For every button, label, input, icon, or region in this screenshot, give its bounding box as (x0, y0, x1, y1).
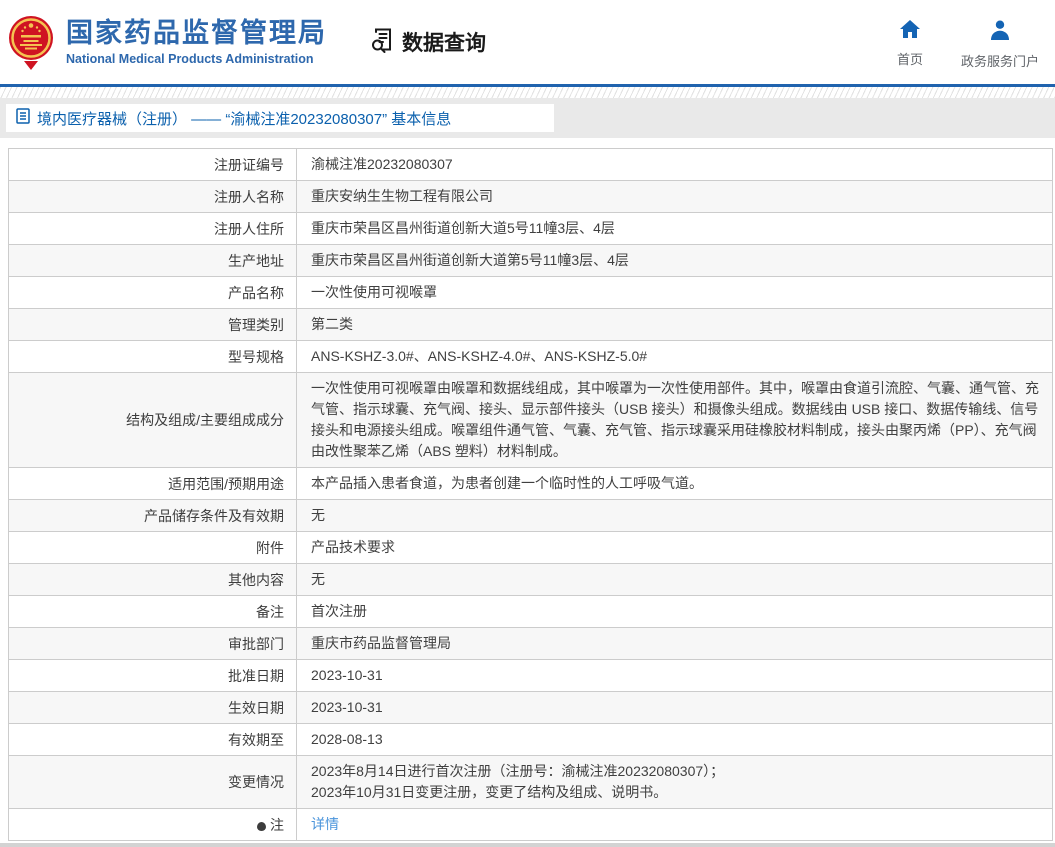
data-query-label: 数据查询 (402, 32, 486, 55)
table-row: 注册人住所 重庆市荣昌区昌州街道创新大道5号11幢3层、4层 (8, 212, 1053, 245)
table-row: 审批部门 重庆市药品监督管理局 (8, 627, 1053, 660)
row-value: 无 (296, 563, 1053, 596)
home-icon (899, 19, 921, 44)
row-label: 生产地址 (8, 244, 297, 277)
data-query-icon (369, 26, 396, 59)
document-list-icon (16, 107, 30, 129)
table-row: 批准日期 2023-10-31 (8, 659, 1053, 692)
row-label: 有效期至 (8, 723, 297, 756)
row-label: 注册人名称 (8, 180, 297, 213)
row-label: 型号规格 (8, 340, 297, 373)
breadcrumb-text: 境内医疗器械（注册） —— “渝械注准20232080307” 基本信息 (37, 110, 452, 128)
row-label: 变更情况 (8, 755, 297, 809)
row-label: 附件 (8, 531, 297, 564)
row-value: 产品技术要求 (296, 531, 1053, 564)
table-row: 有效期至 2028-08-13 (8, 723, 1053, 756)
table-row: 附件 产品技术要求 (8, 531, 1053, 564)
row-label: 注册人住所 (8, 212, 297, 245)
hatched-band (0, 87, 1055, 98)
row-value: 首次注册 (296, 595, 1053, 628)
row-value: 重庆市荣昌区昌州街道创新大道5号11幢3层、4层 (296, 212, 1053, 245)
row-value: 一次性使用可视喉罩由喉罩和数据线组成，其中喉罩为一次性使用部件。其中，喉罩由食道… (296, 372, 1053, 468)
table-row: 生产地址 重庆市荣昌区昌州街道创新大道第5号11幢3层、4层 (8, 244, 1053, 277)
row-label: 结构及组成/主要组成成分 (8, 372, 297, 468)
site-header: 国家药品监督管理局 National Medical Products Admi… (0, 0, 1055, 84)
table-row: 管理类别 第二类 (8, 308, 1053, 341)
row-value: 重庆市药品监督管理局 (296, 627, 1053, 660)
table-row: 生效日期 2023-10-31 (8, 691, 1053, 724)
brand-block: 国家药品监督管理局 National Medical Products Admi… (66, 18, 327, 66)
row-label: 生效日期 (8, 691, 297, 724)
breadcrumb-band: 境内医疗器械（注册） —— “渝械注准20232080307” 基本信息 (0, 98, 1055, 138)
table-row: 结构及组成/主要组成成分 一次性使用可视喉罩由喉罩和数据线组成，其中喉罩为一次性使… (8, 372, 1053, 468)
row-value: 2023-10-31 (296, 659, 1053, 692)
nav-gov-portal-label: 政务服务门户 (960, 53, 1039, 69)
table-row: 变更情况 2023年8月14日进行首次注册（注册号：渝械注准20232080307… (8, 755, 1053, 809)
row-label: 备注 (8, 595, 297, 628)
row-label: 其他内容 (8, 563, 297, 596)
row-label: 批准日期 (8, 659, 297, 692)
row-value: 重庆安纳生生物工程有限公司 (296, 180, 1053, 213)
row-value: 2028-08-13 (296, 723, 1053, 756)
table-row: 其他内容无 (8, 563, 1053, 596)
row-value: 详情 (296, 808, 1053, 841)
row-label: 适用范围/预期用途 (8, 467, 297, 500)
registration-info-table: 注册证编号 渝械注准20232080307 注册人名称 重庆安纳生生物工程有限公司 注册… (8, 148, 1053, 841)
row-label: 管理类别 (8, 308, 297, 341)
info-table-body: 注册证编号 渝械注准20232080307 注册人名称 重庆安纳生生物工程有限公司 注册… (8, 148, 1053, 841)
footer-strip (0, 843, 1055, 847)
org-name-cn: 国家药品监督管理局 (66, 17, 327, 48)
table-row: 型号规格 ANS-KSHZ-3.0#、ANS-KSHZ-4.0#、ANS-KSHZ… (8, 340, 1053, 373)
nav-gov-portal[interactable]: 政务服务门户 (961, 19, 1039, 70)
row-value: 2023年8月14日进行首次注册（注册号：渝械注准20232080307）； 2… (296, 755, 1053, 809)
nav-home[interactable]: 首页 (897, 19, 923, 68)
row-value: 无 (296, 499, 1053, 532)
user-icon (989, 19, 1011, 46)
table-row: 备注 首次注册 (8, 595, 1053, 628)
row-label: 审批部门 (8, 627, 297, 660)
table-row: 产品储存条件及有效期无 (8, 499, 1053, 532)
detail-link[interactable]: 详情 (311, 816, 339, 832)
row-value: 本产品插入患者食道，为患者创建一个临时性的人工呼吸气道。 (296, 467, 1053, 500)
table-row: 产品名称 一次性使用可视喉罩 (8, 276, 1053, 309)
page: { "header": { "org_name_cn": "国家药品监督管理局"… (0, 0, 1055, 847)
breadcrumb: 境内医疗器械（注册） —— “渝械注准20232080307” 基本信息 (6, 104, 554, 132)
row-label: 注册证编号 (8, 148, 297, 181)
org-name-en: National Medical Products Administration (66, 52, 314, 67)
row-value: 2023-10-31 (296, 691, 1053, 724)
row-value: ANS-KSHZ-3.0#、ANS-KSHZ-4.0#、ANS-KSHZ-5.0… (296, 340, 1053, 373)
row-label: 产品储存条件及有效期 (8, 499, 297, 532)
row-label: 产品名称 (8, 276, 297, 309)
table-row: 注详情 (8, 808, 1053, 841)
national-emblem-logo (8, 13, 54, 71)
row-value: 一次性使用可视喉罩 (296, 276, 1053, 309)
row-value: 重庆市荣昌区昌州街道创新大道第5号11幢3层、4层 (296, 244, 1053, 277)
note-icon (257, 821, 266, 831)
table-row: 注册人名称 重庆安纳生生物工程有限公司 (8, 180, 1053, 213)
table-row: 适用范围/预期用途 本产品插入患者食道，为患者创建一个临时性的人工呼吸气道。 (8, 467, 1053, 500)
row-label: 注 (8, 808, 297, 841)
row-value: 渝械注准20232080307 (296, 148, 1053, 181)
data-query-tab[interactable]: 数据查询 (369, 26, 486, 59)
nav-home-label: 首页 (896, 51, 923, 67)
table-row: 注册证编号 渝械注准20232080307 (8, 148, 1053, 181)
top-nav: 首页 政务服务门户 (897, 15, 1039, 70)
row-value: 第二类 (296, 308, 1053, 341)
